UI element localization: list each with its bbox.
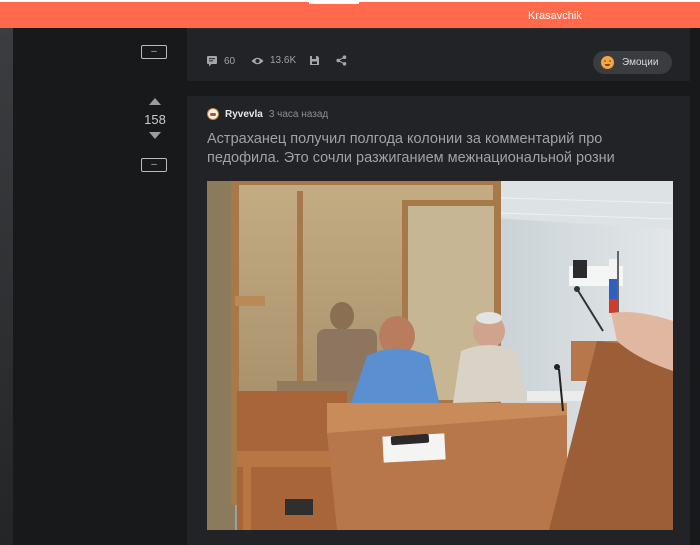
views-counter: 13.6K — [251, 55, 296, 66]
save-button[interactable] — [309, 55, 320, 66]
author-avatar[interactable] — [207, 108, 219, 120]
eye-icon — [251, 57, 264, 64]
post-photo[interactable] — [207, 181, 673, 530]
comments-count: 60 — [224, 55, 236, 67]
top-bar: Krasavchik — [0, 0, 700, 28]
username-link[interactable]: Krasavchik — [528, 10, 582, 22]
collapse-button-previous[interactable]: – — [141, 45, 167, 59]
views-count: 13.6K — [270, 55, 297, 66]
emotions-label: Эмоции — [622, 57, 659, 68]
save-icon — [310, 56, 319, 65]
share-button[interactable] — [336, 55, 347, 66]
post-title[interactable]: Астраханец получил полгода колонии за ко… — [207, 130, 647, 168]
comments-counter[interactable]: 60 — [206, 55, 235, 67]
post-time: 3 часа назад — [268, 108, 329, 120]
post-author-row: Ryvevla 3 часа назад — [207, 108, 328, 120]
emotions-button[interactable]: Эмоции — [593, 51, 672, 74]
courtroom-photo-illustration — [207, 181, 673, 530]
left-sidebar-edge — [0, 28, 13, 545]
collapse-button-post[interactable]: – — [141, 158, 167, 172]
author-name[interactable]: Ryvevla — [225, 109, 263, 120]
top-bar-notch — [309, 0, 359, 4]
share-icon — [336, 55, 347, 66]
post-rating: 158 — [144, 112, 166, 127]
emoji-icon — [601, 56, 614, 69]
arrow-down-icon[interactable] — [149, 132, 161, 139]
post-card: Ryvevla 3 часа назад Астраханец получил … — [187, 96, 690, 545]
previous-post-footer: 60 13.6K Эмоции — [187, 28, 690, 81]
comment-icon — [207, 56, 217, 67]
arrow-up-icon[interactable] — [149, 98, 161, 105]
